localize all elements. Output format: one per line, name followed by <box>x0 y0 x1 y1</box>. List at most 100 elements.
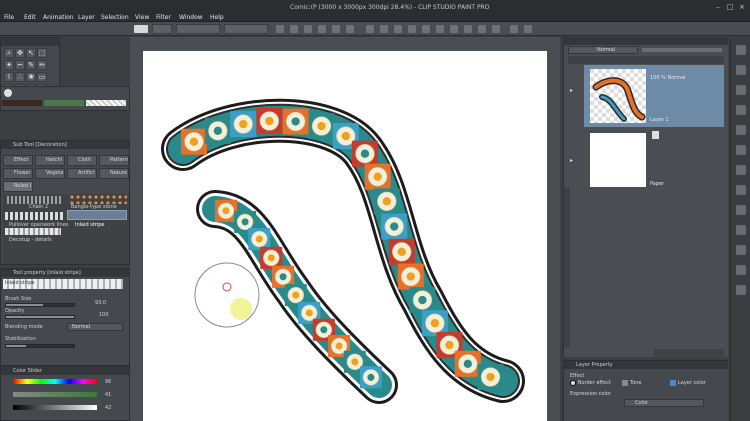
command-icon-18[interactable] <box>524 25 532 33</box>
command-icon-3[interactable] <box>304 25 312 33</box>
strip-icon-7[interactable] <box>736 165 746 175</box>
strip-icon-11[interactable] <box>736 245 746 255</box>
blending-mode-dropdown[interactable]: Normal <box>67 323 123 331</box>
expression-color-dropdown[interactable]: Color <box>624 399 704 407</box>
command-icon-6[interactable] <box>346 25 354 33</box>
hue-slider[interactable] <box>13 379 97 384</box>
strip-icon-5[interactable] <box>736 125 746 135</box>
layer-row-layer1[interactable]: 100 % Normal Layer 1 <box>584 65 724 127</box>
tab-cloth[interactable]: Cloth <box>67 155 97 166</box>
command-dropdown-2[interactable] <box>176 24 220 34</box>
tab-hatching[interactable]: Hatchi <box>35 155 65 166</box>
menu-window[interactable]: Window <box>179 14 203 21</box>
artwork[interactable] <box>143 51 547 421</box>
command-icon-9[interactable] <box>394 25 402 33</box>
menu-edit[interactable]: Edit <box>24 14 36 21</box>
operation-icon[interactable]: ↖ <box>26 48 36 58</box>
value-slider[interactable] <box>13 405 97 410</box>
opacity-value[interactable]: 100 <box>99 312 109 318</box>
menu-view[interactable]: View <box>135 14 149 21</box>
menu-filter[interactable]: Filter <box>156 14 171 21</box>
menu-help[interactable]: Help <box>210 14 224 21</box>
transparent-color-swatch[interactable] <box>86 100 126 106</box>
command-icon-17[interactable] <box>510 25 518 33</box>
strip-icon-8[interactable] <box>736 185 746 195</box>
brush-size-slider[interactable] <box>5 303 75 307</box>
move-icon[interactable]: ✥ <box>15 48 25 58</box>
airbrush-icon[interactable]: ∴ <box>15 72 25 82</box>
tab-vegetation[interactable]: Vegeta <box>35 168 65 179</box>
decoration-icon[interactable]: ❀ <box>26 72 36 82</box>
command-icon-15[interactable] <box>478 25 486 33</box>
minimize-icon[interactable]: – <box>712 2 724 12</box>
menu-file[interactable]: File <box>4 14 14 21</box>
brush-size-value[interactable]: 93.0 <box>95 300 106 306</box>
command-icon-4[interactable] <box>318 25 326 33</box>
tab-artificial[interactable]: Artifici <box>67 168 97 179</box>
strip-icon-3[interactable] <box>736 85 746 95</box>
command-dropdown-3[interactable] <box>224 24 268 34</box>
layer-row-paper[interactable]: Paper <box>584 129 724 191</box>
strip-icon-10[interactable] <box>736 225 746 235</box>
tab-nature[interactable]: Nature <box>99 168 129 179</box>
maximize-icon[interactable]: □ <box>724 2 736 12</box>
command-icon-5[interactable] <box>332 25 340 33</box>
command-icon-13[interactable] <box>450 25 458 33</box>
saturation-slider[interactable] <box>13 392 97 397</box>
layer-color-label[interactable]: Layer color <box>678 380 706 386</box>
strip-icon-13[interactable] <box>736 285 746 295</box>
eye-icon[interactable]: ▸ <box>570 87 578 95</box>
tone-label[interactable]: Tone <box>630 380 642 386</box>
tab-effect[interactable]: Effect <box>3 155 33 166</box>
eye-icon-paper[interactable]: ▸ <box>570 157 578 165</box>
layer-color-icon[interactable] <box>670 380 676 386</box>
strip-icon-4[interactable] <box>736 105 746 115</box>
main-color-swatch[interactable] <box>2 100 42 106</box>
pen-icon[interactable]: ✎ <box>26 60 36 70</box>
tone-icon[interactable] <box>622 380 628 386</box>
command-icon-14[interactable] <box>464 25 472 33</box>
opacity-slider[interactable] <box>5 315 75 319</box>
value-value[interactable]: 42 <box>105 405 111 411</box>
brush-label-decotup[interactable]: Decotup - details <box>9 237 52 243</box>
stabilization-slider[interactable] <box>5 344 75 348</box>
sub-color-swatch[interactable] <box>44 100 84 106</box>
selection-icon[interactable]: ⬚ <box>37 48 47 58</box>
command-icon-1[interactable] <box>276 25 284 33</box>
opacity-bar[interactable] <box>642 48 722 52</box>
eraser-icon[interactable]: ▭ <box>37 72 47 82</box>
tab-pattern[interactable]: Pattern <box>99 155 129 166</box>
menu-selection[interactable]: Selection <box>101 14 129 21</box>
brush-label-chain[interactable]: Chain 2 <box>29 204 48 210</box>
canvas[interactable] <box>143 51 547 421</box>
command-icon-11[interactable] <box>422 25 430 33</box>
blend-mode-dropdown[interactable]: Normal <box>568 46 638 54</box>
eyedropper-icon[interactable]: ⌐ <box>15 60 25 70</box>
hue-value[interactable]: 96 <box>105 379 111 385</box>
strip-icon-9[interactable] <box>736 205 746 215</box>
brush-icon[interactable]: ⌇ <box>4 72 14 82</box>
command-icon-8[interactable] <box>380 25 388 33</box>
strip-icon-1[interactable] <box>736 45 746 55</box>
close-icon[interactable]: × <box>736 2 748 12</box>
command-icon-7[interactable] <box>366 25 374 33</box>
main-color-icon[interactable] <box>4 89 12 97</box>
tab-flower[interactable]: Flower <box>3 168 33 179</box>
strip-icon-12[interactable] <box>736 265 746 275</box>
saturation-value[interactable]: 41 <box>105 392 111 398</box>
command-icon-16[interactable] <box>492 25 500 33</box>
strip-icon-2[interactable] <box>736 65 746 75</box>
view-icon[interactable] <box>134 25 148 33</box>
pencil-icon[interactable]: ✏ <box>37 60 47 70</box>
layer-panel-scrollbar[interactable] <box>564 187 570 347</box>
command-icon-12[interactable] <box>436 25 444 33</box>
tab-ruled-line[interactable]: Ruled l <box>3 181 33 192</box>
command-icon-10[interactable] <box>408 25 416 33</box>
strip-icon-6[interactable] <box>736 145 746 155</box>
command-dropdown-1[interactable] <box>152 24 172 34</box>
menu-animation[interactable]: Animation <box>43 14 74 21</box>
brush-label-inlaid[interactable]: Inlaid stripe <box>75 222 105 228</box>
border-effect-icon[interactable] <box>570 380 576 386</box>
border-effect-label[interactable]: Border effect <box>578 380 611 386</box>
auto-select-icon[interactable]: ✦ <box>4 60 14 70</box>
